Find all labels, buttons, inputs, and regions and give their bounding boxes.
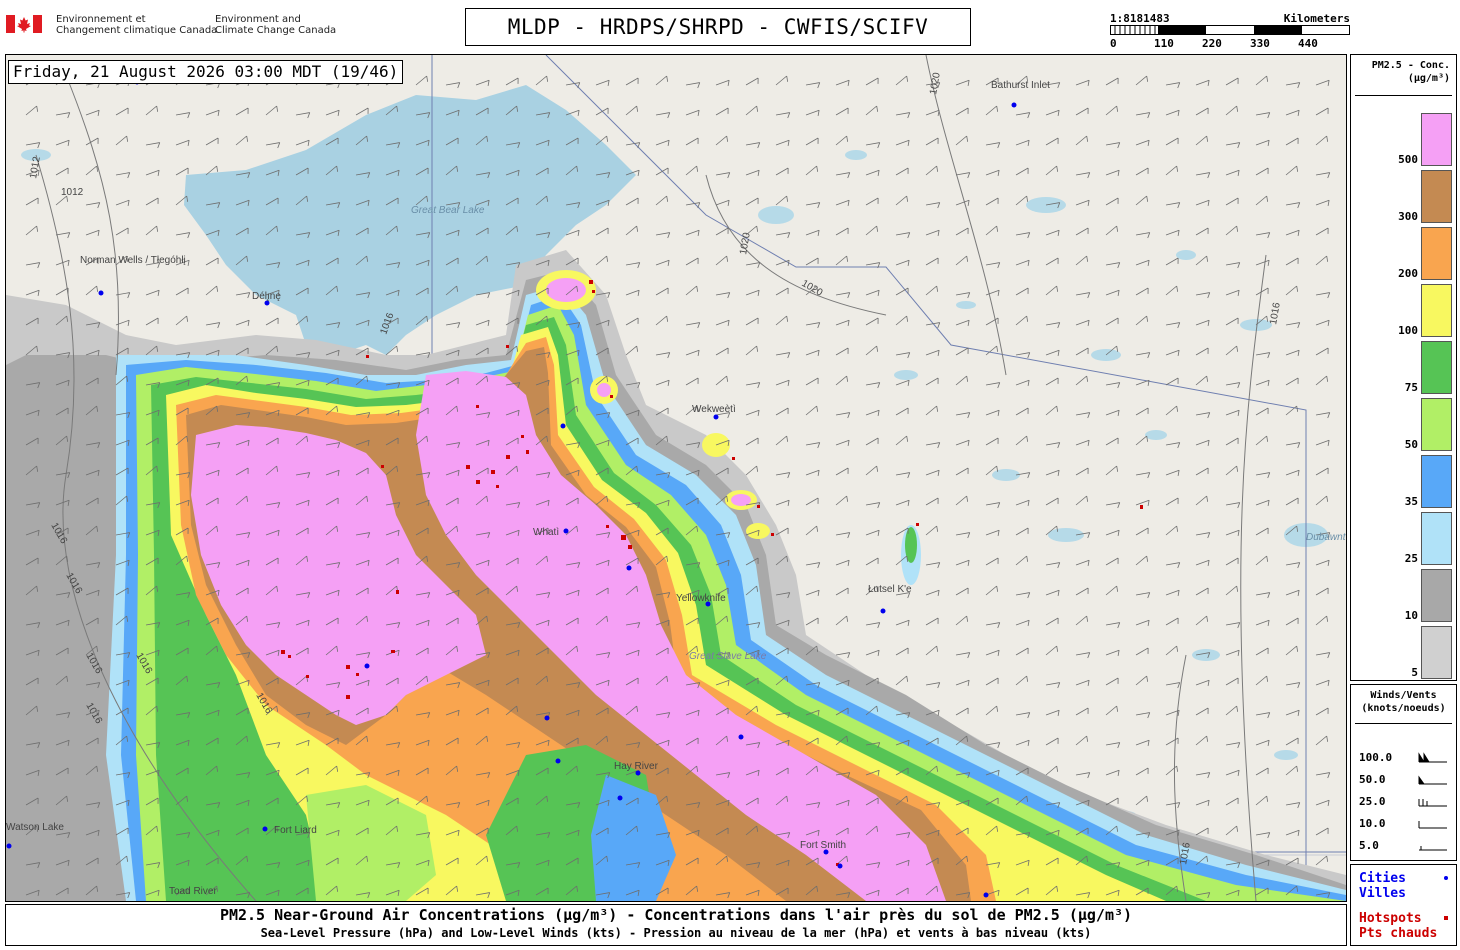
pm25-swatch-10	[1421, 569, 1452, 622]
wind-legend-title: Winds/Vents (knots/noeuds)	[1351, 685, 1456, 715]
pm25-legend-title-line2: (µg/m³)	[1407, 73, 1450, 84]
place-label-whati: Whatì	[533, 527, 559, 538]
pm25-swatch-50	[1421, 398, 1452, 451]
hotspots-label-fr: Pts chauds	[1359, 926, 1438, 941]
map-caption: PM2.5 Near-Ground Air Concentrations (µg…	[5, 904, 1347, 946]
legend-divider	[1355, 95, 1452, 96]
cities-legend: Cities Villes	[1359, 871, 1406, 901]
place-label-bathurst-inlet: Bathurst Inlet	[991, 80, 1050, 91]
pm25-swatch-100	[1421, 284, 1452, 337]
dept-name-en: Environment and Climate Change Canada	[215, 14, 336, 36]
smoke-concentration-map[interactable]: 1012 1012 1016 1016 1016 1016 1016 1016 …	[5, 54, 1347, 902]
scale-tick-110: 110	[1154, 37, 1174, 50]
scale-tick-330: 330	[1250, 37, 1270, 50]
legend-divider	[1355, 723, 1452, 724]
scale-unit: Kilometers	[1283, 12, 1350, 25]
scale-tick-0: 0	[1110, 37, 1117, 50]
wind-speed-label: 5.0	[1359, 839, 1379, 852]
pm25-level-label: 100	[1398, 324, 1418, 337]
place-label-norman-wells: Norman Wells / Tłegóhłį	[80, 255, 186, 266]
wind-barb-icon	[1418, 752, 1447, 763]
wind-speed-label: 10.0	[1359, 817, 1386, 830]
pm25-swatch-25	[1421, 512, 1452, 565]
wind-barb-icon	[1418, 799, 1447, 807]
wind-barb-icon	[1418, 775, 1447, 785]
place-label-great-slave-lake: Great Slave Lake	[689, 651, 767, 662]
scale-bar-graphic	[1110, 25, 1350, 35]
place-label-yellowknife: Yellowknife	[676, 593, 726, 604]
wind-barb-icon	[1419, 846, 1447, 851]
pm25-level-label: 25	[1404, 552, 1418, 565]
place-label-watson-lake: Watson Lake	[6, 822, 64, 833]
pm25-level-label: 75	[1404, 381, 1418, 394]
dept-fr-line1: Environnement et	[56, 14, 146, 25]
hotspots-legend: Hotspots Pts chauds	[1359, 911, 1437, 941]
hotspot-square-icon	[1444, 916, 1448, 920]
place-label-dubawnt-lake: Dubawnt Lake	[1306, 532, 1346, 543]
place-label-fort-smith: Fort Smith	[800, 840, 846, 851]
pm25-level-label: 500	[1398, 153, 1418, 166]
scale-ratio: 1:8181483	[1110, 12, 1170, 25]
city-dot-icon	[1444, 876, 1448, 880]
isobar-label: 1012	[61, 187, 84, 198]
pm25-swatch-5	[1421, 626, 1452, 679]
dept-en-line1: Environment and	[215, 14, 301, 25]
pm25-legend-title-line1: PM2.5 - Conc.	[1371, 60, 1450, 71]
cities-label-en: Cities	[1359, 871, 1406, 886]
scale-tick-440: 440	[1298, 37, 1318, 50]
pm25-level-label: 35	[1404, 495, 1418, 508]
product-title: MLDP - HRDPS/SHRPD - CWFIS/SCIFV	[465, 8, 971, 46]
wind-barb-icon	[1418, 821, 1447, 829]
cities-label-fr: Villes	[1359, 886, 1406, 901]
pm25-legend-title: PM2.5 - Conc. (µg/m³)	[1351, 55, 1456, 85]
pm25-swatch-300	[1421, 170, 1452, 223]
wind-speed-label: 50.0	[1359, 773, 1386, 786]
caption-line2: Sea-Level Pressure (hPa) and Low-Level W…	[260, 926, 1092, 940]
scale-bar: 1:8181483 Kilometers 0 110 220 330 440	[1110, 12, 1350, 50]
wind-legend-title-line2: (knots/noeuds)	[1361, 703, 1446, 714]
map-canvas: 1012 1012 1016 1016 1016 1016 1016 1016 …	[6, 55, 1346, 901]
government-logo: Environnement et Changement climatique C…	[6, 12, 366, 42]
pm25-swatch-500	[1421, 113, 1452, 166]
pm25-level-label: 50	[1404, 438, 1418, 451]
dept-name-fr: Environnement et Changement climatique C…	[56, 14, 217, 36]
place-label-great-bear-lake: Great Bear Lake	[411, 205, 485, 216]
points-legend: Cities Villes Hotspots Pts chauds	[1350, 864, 1457, 946]
wind-speed-label: 100.0	[1359, 751, 1393, 764]
place-label-wekweeti: Wekweètì	[692, 404, 736, 415]
pm25-level-label: 200	[1398, 267, 1418, 280]
pm25-level-label: 5	[1411, 666, 1418, 679]
hotspots-label-en: Hotspots	[1359, 911, 1422, 926]
place-label-fort-liard: Fort Liard	[274, 825, 317, 836]
pm25-swatch-200	[1421, 227, 1452, 280]
dept-en-line2: Climate Change Canada	[215, 25, 337, 36]
wind-legend: Winds/Vents (knots/noeuds) 100.0 50.0 25.0…	[1350, 684, 1457, 861]
wind-legend-title-line1: Winds/Vents	[1370, 690, 1437, 701]
place-label-toad-river: Toad River	[169, 886, 217, 897]
scale-tick-220: 220	[1202, 37, 1222, 50]
pm25-level-label: 10	[1404, 609, 1418, 622]
dept-fr-line2: Changement climatique Canada	[56, 25, 218, 36]
pm25-swatch-35	[1421, 455, 1452, 508]
forecast-datetime: Friday, 21 August 2026 03:00 MDT (19/46)	[8, 60, 404, 84]
pm25-level-label: 300	[1398, 210, 1418, 223]
place-label-hay-river: Hay River	[614, 761, 659, 772]
place-label-deline: Délı̨nę	[252, 291, 281, 302]
pm25-legend: PM2.5 - Conc. (µg/m³) 500 300 200 100 75 50 35…	[1350, 54, 1457, 681]
place-label-lutselke: Łutsel K'e	[868, 584, 912, 595]
pm25-swatch-75	[1421, 341, 1452, 394]
canada-flag-icon	[6, 15, 42, 33]
caption-line1: PM2.5 Near-Ground Air Concentrations (µg…	[219, 906, 1133, 924]
wind-speed-label: 25.0	[1359, 795, 1386, 808]
